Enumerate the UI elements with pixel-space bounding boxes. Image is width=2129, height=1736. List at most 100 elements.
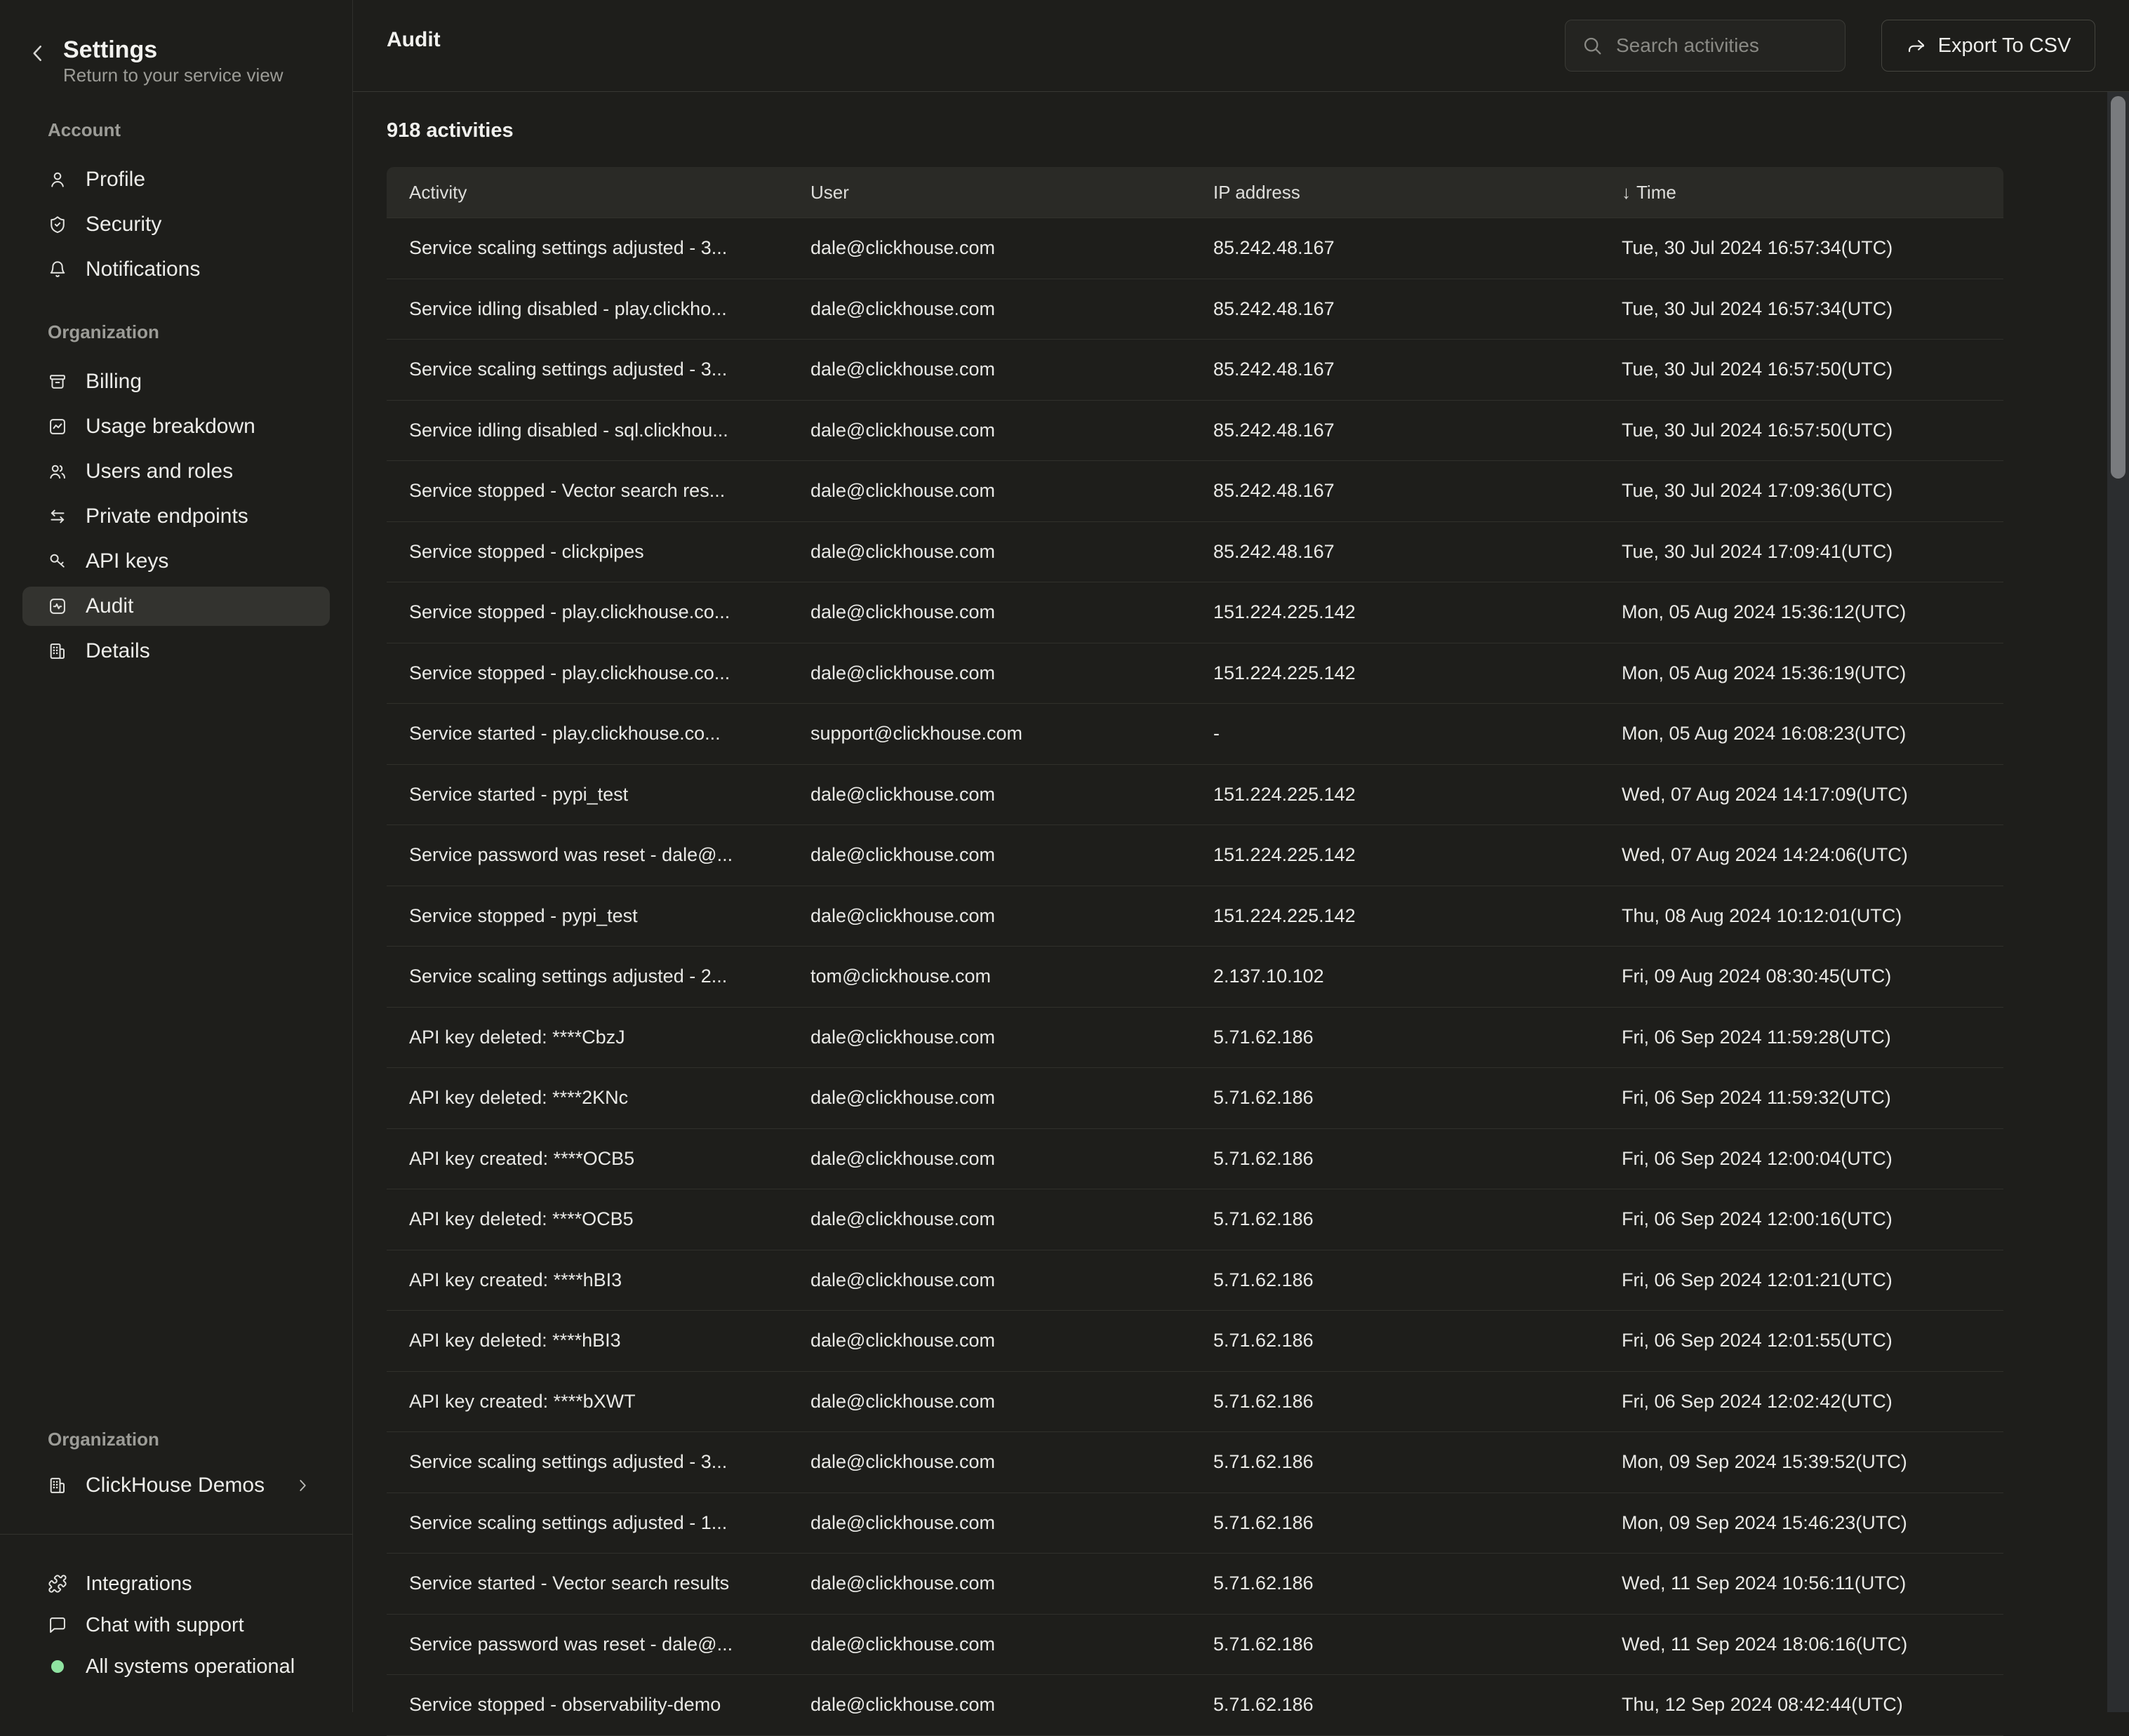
sidebar-item-profile[interactable]: Profile: [22, 160, 330, 199]
sort-descending-icon: ↓: [1622, 182, 1631, 203]
table-row: API key deleted: ****2KNcdale@clickhouse…: [387, 1068, 2003, 1129]
table-row: Service started - Vector search resultsd…: [387, 1554, 2003, 1615]
sidebar-item-integrations[interactable]: Integrations: [22, 1564, 330, 1603]
sidebar-item-chat-support[interactable]: Chat with support: [22, 1605, 330, 1645]
shield-check-icon: [48, 215, 67, 234]
page-title: Settings: [63, 35, 157, 65]
sidebar-item-audit[interactable]: Audit: [22, 587, 330, 626]
table-row: API key deleted: ****OCB5dale@clickhouse…: [387, 1189, 2003, 1250]
vertical-scrollbar-track[interactable]: [2107, 92, 2129, 1712]
search-input[interactable]: [1615, 34, 1828, 58]
organization-section-label: Organization: [48, 321, 159, 342]
sidebar-item-private-endpoints[interactable]: Private endpoints: [22, 497, 330, 536]
sidebar-item-label: Billing: [86, 370, 142, 394]
account-nav: Profile Security Notifications: [22, 160, 330, 289]
sidebar-item-security[interactable]: Security: [22, 205, 330, 244]
user-cell: dale@clickhouse.com: [788, 1330, 1191, 1351]
activity-cell: Service password was reset - dale@...: [387, 844, 788, 866]
chevron-left-icon: [25, 41, 51, 66]
status-dot-icon: [48, 1657, 67, 1676]
table-row: API key deleted: ****CbzJdale@clickhouse…: [387, 1008, 2003, 1069]
sidebar-item-label: API keys: [86, 549, 168, 573]
ip-cell: 2.137.10.102: [1191, 966, 1599, 987]
activity-cell: Service stopped - Vector search res...: [387, 480, 788, 502]
sidebar-item-users-and-roles[interactable]: Users and roles: [22, 452, 330, 491]
time-cell: Mon, 05 Aug 2024 15:36:12(UTC): [1599, 601, 2003, 623]
puzzle-icon: [48, 1574, 67, 1594]
user-cell: dale@clickhouse.com: [788, 1087, 1191, 1109]
activity-cell: API key created: ****OCB5: [387, 1148, 788, 1170]
activity-cell: Service stopped - clickpipes: [387, 541, 788, 563]
return-link[interactable]: Return to your service view: [63, 65, 283, 86]
ip-cell: -: [1191, 723, 1599, 745]
activity-cell: Service stopped - observability-demo: [387, 1694, 788, 1716]
table-row: Service idling disabled - sql.clickhou..…: [387, 401, 2003, 462]
sidebar-item-billing[interactable]: Billing: [22, 362, 330, 401]
sidebar-item-api-keys[interactable]: API keys: [22, 542, 330, 581]
time-cell: Wed, 11 Sep 2024 10:56:11(UTC): [1599, 1573, 2003, 1594]
user-icon: [48, 170, 67, 189]
vertical-scrollbar-thumb[interactable]: [2111, 96, 2125, 479]
ip-cell: 5.71.62.186: [1191, 1208, 1599, 1230]
sidebar-item-label: Chat with support: [86, 1614, 244, 1637]
billing-icon: [48, 372, 67, 392]
column-header-ip-address[interactable]: IP address: [1191, 182, 1599, 203]
ip-cell: 85.242.48.167: [1191, 420, 1599, 441]
activity-cell: Service scaling settings adjusted - 3...: [387, 1451, 788, 1473]
ip-cell: 5.71.62.186: [1191, 1391, 1599, 1413]
sidebar-footer: Integrations Chat with support All syste…: [22, 1564, 330, 1686]
time-cell: Wed, 07 Aug 2024 14:24:06(UTC): [1599, 844, 2003, 866]
activity-cell: API key deleted: ****hBI3: [387, 1330, 788, 1351]
table-body: Service scaling settings adjusted - 3...…: [387, 218, 2003, 1736]
organization-nav: Billing Usage breakdown Users and roles …: [22, 362, 330, 671]
time-cell: Thu, 08 Aug 2024 10:12:01(UTC): [1599, 905, 2003, 927]
user-cell: tom@clickhouse.com: [788, 966, 1191, 987]
time-cell: Mon, 05 Aug 2024 15:36:19(UTC): [1599, 662, 2003, 684]
export-to-csv-button[interactable]: Export To CSV: [1881, 20, 2095, 72]
org-switcher-item[interactable]: ClickHouse Demos: [22, 1466, 330, 1505]
sidebar-item-label: Integrations: [86, 1573, 192, 1596]
bell-icon: [48, 260, 67, 279]
table-row: API key created: ****OCB5dale@clickhouse…: [387, 1129, 2003, 1190]
activity-cell: API key deleted: ****OCB5: [387, 1208, 788, 1230]
ip-cell: 85.242.48.167: [1191, 298, 1599, 320]
activity-cell: Service scaling settings adjusted - 1...: [387, 1512, 788, 1534]
column-header-time[interactable]: ↓ Time: [1599, 182, 2003, 203]
ip-cell: 5.71.62.186: [1191, 1694, 1599, 1716]
user-cell: dale@clickhouse.com: [788, 420, 1191, 441]
org-switcher-name: ClickHouse Demos: [86, 1474, 265, 1497]
ip-cell: 5.71.62.186: [1191, 1512, 1599, 1534]
column-header-activity[interactable]: Activity: [387, 182, 788, 203]
sidebar-item-notifications[interactable]: Notifications: [22, 250, 330, 289]
search-icon: [1581, 34, 1603, 57]
user-cell: dale@clickhouse.com: [788, 1027, 1191, 1048]
ip-cell: 85.242.48.167: [1191, 480, 1599, 502]
table-row: Service stopped - observability-demodale…: [387, 1675, 2003, 1736]
sidebar-item-details[interactable]: Details: [22, 632, 330, 671]
search-box[interactable]: [1565, 20, 1846, 72]
activity-cell: Service password was reset - dale@...: [387, 1634, 788, 1655]
time-cell: Tue, 30 Jul 2024 16:57:50(UTC): [1599, 420, 2003, 441]
user-cell: support@clickhouse.com: [788, 723, 1191, 745]
column-header-user[interactable]: User: [788, 182, 1191, 203]
user-cell: dale@clickhouse.com: [788, 237, 1191, 259]
chevron-right-icon: [293, 1476, 312, 1495]
system-status-item[interactable]: All systems operational: [22, 1647, 330, 1686]
ip-cell: 151.224.225.142: [1191, 844, 1599, 866]
column-label: IP address: [1213, 182, 1300, 203]
activity-cell: Service started - play.clickhouse.co...: [387, 723, 788, 745]
time-cell: Tue, 30 Jul 2024 16:57:34(UTC): [1599, 298, 2003, 320]
sidebar-item-usage-breakdown[interactable]: Usage breakdown: [22, 407, 330, 446]
sidebar-item-label: Details: [86, 639, 150, 663]
activity-cell: Service stopped - pypi_test: [387, 905, 788, 927]
org-switcher-label: Organization: [48, 1429, 159, 1450]
ip-cell: 151.224.225.142: [1191, 662, 1599, 684]
audit-activity-icon: [48, 596, 67, 616]
activity-cell: Service idling disabled - play.clickho..…: [387, 298, 788, 320]
back-button[interactable]: [25, 41, 51, 66]
table-row: API key deleted: ****hBI3dale@clickhouse…: [387, 1311, 2003, 1372]
activity-cell: Service scaling settings adjusted - 3...: [387, 237, 788, 259]
table-row: Service started - play.clickhouse.co...s…: [387, 704, 2003, 765]
key-icon: [48, 552, 67, 571]
time-cell: Fri, 06 Sep 2024 12:00:16(UTC): [1599, 1208, 2003, 1230]
